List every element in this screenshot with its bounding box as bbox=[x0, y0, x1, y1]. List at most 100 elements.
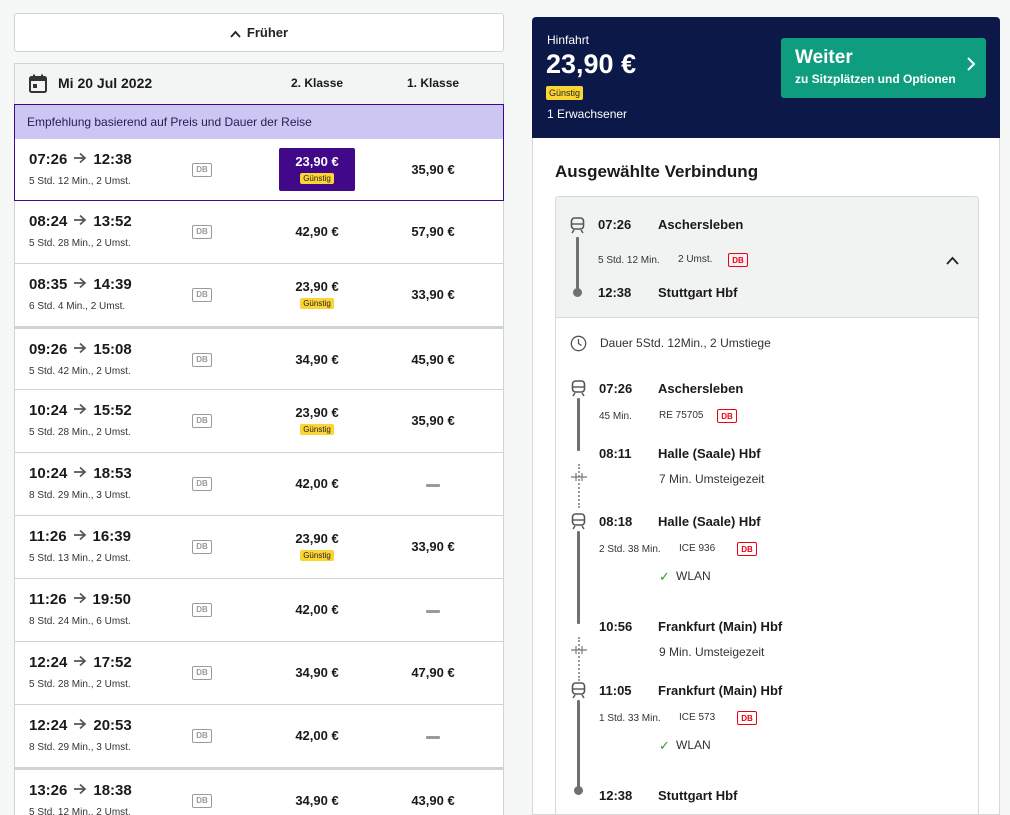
leg-route-line bbox=[577, 700, 580, 793]
duration-changes: 8 Std. 29 Min., 3 Umst. bbox=[29, 742, 131, 753]
arrival-time: 19:50 bbox=[92, 591, 131, 608]
price-2nd: 23,90 € bbox=[295, 405, 339, 420]
overview-arr-time: 12:38 bbox=[598, 285, 632, 300]
db-logo: DB bbox=[192, 288, 212, 302]
transfer-time: 9 Min. Umsteigezeit bbox=[659, 645, 765, 659]
connection-row[interactable]: 12:24 20:53 8 Std. 29 Min., 3 Umst. DB 4… bbox=[14, 705, 504, 768]
page: Früher Mi 20 Jul 2022 2. Klasse 1. Klass… bbox=[0, 0, 1010, 815]
price-2nd[interactable]: 34,90 € bbox=[265, 352, 369, 367]
duration-changes: 6 Std. 4 Min., 2 Umst. bbox=[29, 301, 126, 312]
travel-date: Mi 20 Jul 2022 bbox=[58, 75, 153, 91]
row-times: 08:35 14:39 bbox=[29, 276, 132, 293]
price-1st[interactable]: 33,90 € bbox=[383, 287, 483, 302]
price-1st[interactable]: 45,90 € bbox=[383, 352, 483, 367]
recommendation-banner: Empfehlung basierend auf Preis und Dauer… bbox=[14, 104, 504, 147]
arrow-right-icon bbox=[73, 276, 87, 293]
leg-route-line bbox=[577, 398, 580, 451]
leg-arr-station: Frankfurt (Main) Hbf bbox=[658, 619, 783, 634]
arrival-time: 16:39 bbox=[92, 528, 131, 545]
db-logo: DB bbox=[192, 666, 212, 680]
departure-time: 12:24 bbox=[29, 717, 68, 734]
price-2nd-cell[interactable]: 23,90 € Günstig bbox=[265, 279, 369, 309]
price-1st[interactable]: 35,90 € bbox=[383, 413, 483, 428]
price-2nd[interactable]: 42,00 € bbox=[265, 476, 369, 491]
price-1st[interactable]: 33,90 € bbox=[383, 539, 483, 554]
leg-dep-time: 07:26 bbox=[599, 381, 633, 396]
connection-row[interactable]: 10:24 18:53 8 Std. 29 Min., 3 Umst. DB 4… bbox=[14, 453, 504, 516]
price-2nd: 23,90 € bbox=[295, 531, 339, 546]
departure-time: 12:24 bbox=[29, 654, 68, 671]
price-2nd-cell[interactable]: 23,90 € Günstig bbox=[265, 405, 369, 435]
arrival-time: 15:08 bbox=[93, 341, 132, 358]
db-logo: DB bbox=[728, 253, 748, 267]
price-1st[interactable]: 43,90 € bbox=[383, 793, 483, 808]
connection-row[interactable]: 10:24 15:52 5 Std. 28 Min., 2 Umst. DB 2… bbox=[14, 390, 504, 453]
price-2nd: 23,90 € bbox=[295, 154, 339, 169]
price-1st-unavailable bbox=[426, 484, 440, 487]
departure-time: 13:26 bbox=[29, 782, 68, 799]
price-2nd[interactable]: 42,00 € bbox=[265, 602, 369, 617]
price-2nd[interactable]: 34,90 € bbox=[265, 793, 369, 808]
trip-summary-line: Dauer 5Std. 12Min., 2 Umstiege bbox=[600, 336, 771, 350]
db-logo: DB bbox=[192, 353, 212, 367]
price-1st[interactable]: 57,90 € bbox=[383, 224, 483, 239]
leg-dep-station: Frankfurt (Main) Hbf bbox=[658, 683, 783, 698]
connection-row[interactable]: 08:24 13:52 5 Std. 28 Min., 2 Umst. DB 4… bbox=[14, 201, 504, 264]
price-2nd[interactable]: 42,90 € bbox=[265, 224, 369, 239]
duration-changes: 5 Std. 13 Min., 2 Umst. bbox=[29, 553, 131, 564]
passenger-count: 1 Erwachsener bbox=[547, 107, 628, 121]
duration-changes: 5 Std. 12 Min., 2 Umst. bbox=[29, 176, 131, 187]
departure-time: 08:24 bbox=[29, 213, 68, 230]
price-2nd[interactable]: 42,00 € bbox=[265, 728, 369, 743]
price-2nd: 23,90 € bbox=[295, 279, 339, 294]
leg-arr-time: 08:11 bbox=[599, 446, 632, 461]
db-logo: DB bbox=[192, 163, 212, 177]
row-times: 11:26 19:50 bbox=[29, 591, 131, 608]
price-2nd-cell[interactable]: 23,90 € Günstig bbox=[265, 531, 369, 561]
price-2nd-selected[interactable]: 23,90 € Günstig bbox=[279, 148, 355, 191]
overview-duration: 5 Std. 12 Min. bbox=[598, 255, 660, 266]
transfer-icon bbox=[571, 473, 587, 481]
connection-row[interactable]: 11:26 19:50 8 Std. 24 Min., 6 Umst. DB 4… bbox=[14, 579, 504, 642]
connection-details: Ausgewählte Verbindung 07:26 Ascherslebe… bbox=[532, 138, 1000, 815]
db-logo: DB bbox=[717, 409, 737, 423]
list-header: Mi 20 Jul 2022 2. Klasse 1. Klasse bbox=[14, 63, 504, 104]
chevron-up-icon[interactable] bbox=[946, 252, 959, 270]
connection-rows: 07:26 12:38 5 Std. 12 Min., 2 Umst. DB 2… bbox=[14, 139, 504, 815]
db-logo: DB bbox=[192, 603, 212, 617]
duration-changes: 5 Std. 42 Min., 2 Umst. bbox=[29, 366, 131, 377]
price-1st[interactable]: 35,90 € bbox=[383, 162, 483, 177]
column-2nd-class: 2. Klasse bbox=[291, 76, 344, 90]
cheap-badge: Günstig bbox=[546, 86, 584, 100]
connection-row[interactable]: 13:26 18:38 5 Std. 12 Min., 2 Umst. DB 3… bbox=[14, 768, 504, 815]
price-summary: Hinfahrt 23,90 € Günstig 1 Erwachsener W… bbox=[532, 17, 1000, 138]
row-times: 11:26 16:39 bbox=[29, 528, 131, 545]
arrow-right-icon bbox=[73, 528, 87, 545]
connection-row[interactable]: 11:26 16:39 5 Std. 13 Min., 2 Umst. DB 2… bbox=[14, 516, 504, 579]
price-1st-unavailable bbox=[426, 736, 440, 739]
arrow-right-icon bbox=[73, 341, 87, 358]
column-1st-class: 1. Klasse bbox=[407, 76, 460, 90]
arrival-time: 18:53 bbox=[93, 465, 132, 482]
leg-arr-time: 12:38 bbox=[599, 788, 633, 803]
arrival-time: 15:52 bbox=[93, 402, 132, 419]
clock-icon bbox=[570, 335, 587, 352]
earlier-button[interactable]: Früher bbox=[14, 13, 504, 52]
connection-row[interactable]: 08:35 14:39 6 Std. 4 Min., 2 Umst. DB 23… bbox=[14, 264, 504, 327]
overview-dep-time: 07:26 bbox=[598, 217, 632, 232]
departure-time: 11:26 bbox=[29, 528, 67, 545]
duration-changes: 8 Std. 24 Min., 6 Umst. bbox=[29, 616, 131, 627]
departure-time: 09:26 bbox=[29, 341, 68, 358]
price-2nd[interactable]: 34,90 € bbox=[265, 665, 369, 680]
row-times: 10:24 18:53 bbox=[29, 465, 132, 482]
connection-row[interactable]: 07:26 12:38 5 Std. 12 Min., 2 Umst. DB 2… bbox=[14, 139, 504, 201]
connection-row[interactable]: 12:24 17:52 5 Std. 28 Min., 2 Umst. DB 3… bbox=[14, 642, 504, 705]
connection-box: 07:26 Aschersleben 5 Std. 12 Min. 2 Umst… bbox=[555, 196, 979, 814]
price-1st[interactable]: 47,90 € bbox=[383, 665, 483, 680]
continue-button[interactable]: Weiter zu Sitzplätzen und Optionen bbox=[781, 38, 986, 98]
cheap-badge: Günstig bbox=[300, 550, 334, 561]
connection-overview[interactable]: 07:26 Aschersleben 5 Std. 12 Min. 2 Umst… bbox=[556, 197, 978, 318]
db-logo: DB bbox=[192, 225, 212, 239]
row-times: 10:24 15:52 bbox=[29, 402, 132, 419]
connection-row[interactable]: 09:26 15:08 5 Std. 42 Min., 2 Umst. DB 3… bbox=[14, 327, 504, 390]
